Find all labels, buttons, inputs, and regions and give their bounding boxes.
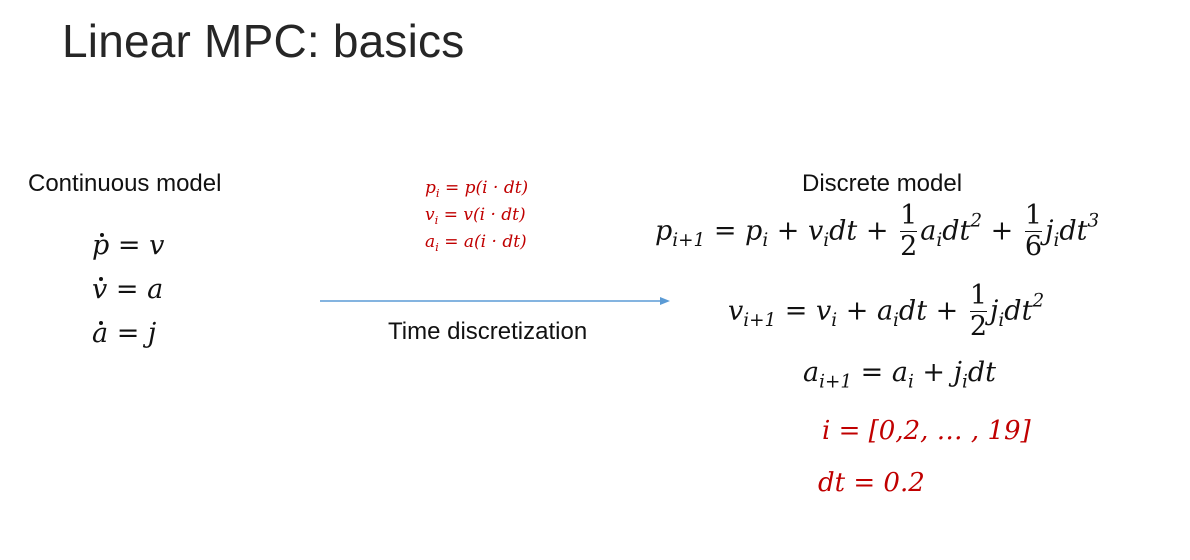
sampling-def-a: ai = a(i · dt) <box>425 232 527 255</box>
discrete-eq-a: ai+1 = ai + jidt <box>803 357 997 393</box>
sampling-def-p: pi = p(i · dt) <box>425 178 529 201</box>
continuous-eq-a: a = j <box>92 318 157 349</box>
continuous-eq-p: p = v <box>92 230 165 261</box>
time-discretization-arrow <box>320 297 670 305</box>
discrete-model-label: Discrete model <box>802 170 963 197</box>
discrete-eq-v: vi+1 = vi + aidt + 1 2 jidt2 <box>728 280 1045 343</box>
sampling-def-v: vi = v(i · dt) <box>425 205 526 228</box>
continuous-eq-v: v = a <box>92 274 164 305</box>
time-step: dt = 0.2 <box>818 468 925 498</box>
discrete-eq-p: pi+1 = pi + vidt + 1 2 aidt2 + 1 6 jidt3 <box>655 200 1100 263</box>
page-title: Linear MPC: basics <box>62 15 465 67</box>
index-range: i = [0,2, … , 19] <box>822 416 1031 446</box>
continuous-model-label: Continuous model <box>28 170 222 197</box>
time-discretization-label: Time discretization <box>388 318 588 345</box>
